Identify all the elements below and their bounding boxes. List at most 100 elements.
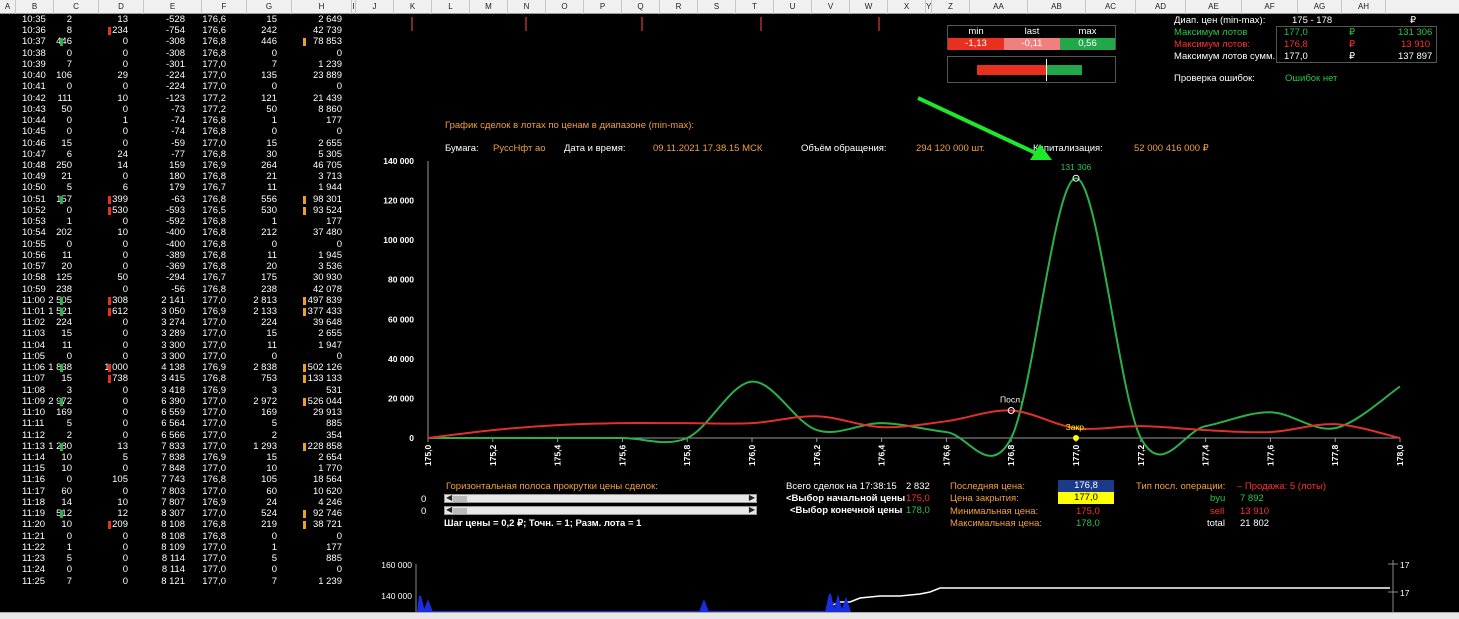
last-price-value: 176,8 [1058,480,1114,492]
column-header-ac[interactable]: AC [1086,0,1136,14]
column-header-c[interactable]: C [54,0,99,14]
amount-cell: 0 [336,530,342,542]
buy-lots-cell: 0 [66,474,72,486]
buy-lots-cell: 0 [66,530,72,542]
amount-cell: 497 839 [307,294,342,306]
column-header-t[interactable]: T [736,0,774,14]
column-header-ae[interactable]: AE [1186,0,1242,14]
sheet-tabs-bar[interactable] [0,612,1459,619]
total-lots-cell: 11 [267,249,277,261]
scroll-thumb[interactable] [453,496,467,502]
start-price-value: 175,0 [906,493,930,504]
column-header-aa[interactable]: AA [970,0,1028,14]
table-row: 11:14 10 5 7 838 176,9 15 2 654 [0,452,355,463]
scroll-right-icon[interactable]: ▶ [749,493,755,502]
sell-value: 13 910 [1240,506,1270,517]
sell-lots-cell: 1 [122,115,128,127]
y-tick-label: 60 000 [388,314,414,324]
buy-lots-cell: 238 [56,283,72,295]
table-row: 10:52 0 530 -593 176,5 530 93 524 [0,205,355,216]
table-row: 11:02 224 0 3 274 177,0 224 39 648 [0,317,355,328]
column-header-b[interactable]: B [16,0,54,14]
op-type-value: – Продажа: 5 (лоты) [1237,481,1327,492]
x-tick-label: 176,0 [747,444,757,466]
column-header-f[interactable]: F [202,0,247,14]
column-header-row: A B C D E F G H I J K L M N O P Q R S T U V W X Y Z AA AB AC AD AE AF AG… [0,0,1459,14]
total-lots-cell: 2 838 [253,362,277,374]
time-cell: 10:53 [22,216,46,228]
table-row: 11:17 60 0 7 803 177,0 60 10 620 [0,486,355,497]
column-header-r[interactable]: R [660,0,698,14]
volume-bar-marker [303,375,306,384]
scroll-left-icon[interactable]: ◀ [446,493,452,502]
column-header-ab[interactable]: AB [1028,0,1086,14]
table-row: 11:16 0 105 7 743 176,8 105 18 564 [0,474,355,485]
column-header-a[interactable]: A [0,0,16,14]
column-header-s[interactable]: S [698,0,736,14]
column-header-d[interactable]: D [99,0,144,14]
column-header-m[interactable]: M [470,0,508,14]
column-header-g[interactable]: G [247,0,292,14]
column-header-n[interactable]: N [508,0,546,14]
time-cell: 11:25 [22,575,46,587]
column-header-o[interactable]: O [546,0,584,14]
amount-cell: 1 944 [318,182,342,194]
sell-lots-cell: 0 [122,530,128,542]
buy-lots-cell: 1 [66,541,72,553]
price-cell: 177,0 [202,440,226,452]
total-lots-cell: 60 [266,485,277,497]
volume-bar-marker [60,38,63,47]
column-header-v[interactable]: V [812,0,850,14]
column-header-x[interactable]: X [888,0,926,14]
price-cell: 176,8 [202,115,226,127]
price-cell: 176,9 [202,496,226,508]
delta-cell: -74 [171,126,185,138]
table-row: 10:53 1 0 -592 176,8 1 177 [0,216,355,227]
column-header-p[interactable]: P [584,0,622,14]
column-header-j[interactable]: J [356,0,394,14]
column-header-w[interactable]: W [850,0,888,14]
price-cell: 177,0 [202,395,226,407]
sell-lots-cell: 0 [122,171,128,183]
volume-bar-marker [108,307,111,316]
delta-cell: 7 833 [161,440,185,452]
delta-cell: 6 559 [161,407,185,419]
sell-lots-cell: 10 [117,227,128,239]
delta-cell: -224 [165,70,185,82]
column-header-u[interactable]: U [774,0,812,14]
buy-lots-cell: 169 [56,407,72,419]
amount-cell: 354 [326,429,342,441]
sell-lots-cell: 0 [122,564,128,576]
column-header-ag[interactable]: AG [1298,0,1342,14]
column-header-e[interactable]: E [144,0,202,14]
column-header-af[interactable]: AF [1242,0,1298,14]
end-price-scrollbar[interactable]: ◀ ▶ [444,505,757,515]
time-cell: 11:06 [22,362,46,374]
buy-lots-cell: 446 [56,36,72,48]
table-row: 10:41 0 0 -224 177,0 0 0 [0,81,355,92]
scroll-right-icon[interactable]: ▶ [749,505,755,514]
column-header-q[interactable]: Q [622,0,660,14]
range-unit: ₽ [1410,15,1417,26]
scroll-thumb[interactable] [453,508,467,514]
sell-lots-cell: 14 [117,159,128,171]
column-header-z[interactable]: Z [932,0,970,14]
column-header-ah[interactable]: AH [1342,0,1386,14]
buy-lots-cell: 0 [66,47,72,59]
delta-cell: -74 [171,115,185,127]
start-price-scrollbar[interactable]: ◀ ▶ [444,493,757,503]
column-header-h[interactable]: H [292,0,352,14]
column-header-ad[interactable]: AD [1136,0,1186,14]
total-lots-cell: 753 [261,373,277,385]
scroll1-value: 0 [421,494,427,505]
scroll-left-icon[interactable]: ◀ [446,505,452,514]
total-lots-cell: 242 [261,25,277,37]
buy-lots-cell: 125 [56,272,72,284]
volume-bar-marker [303,307,306,316]
step-text: Шаг цены = 0,2 ₽; Точн. = 1; Разм. лота … [444,518,642,529]
column-header-k[interactable]: K [394,0,432,14]
delta-cell: 8 108 [161,519,185,531]
time-cell: 10:39 [22,58,46,70]
sell-lots-cell: 24 [117,148,128,160]
column-header-l[interactable]: L [432,0,470,14]
